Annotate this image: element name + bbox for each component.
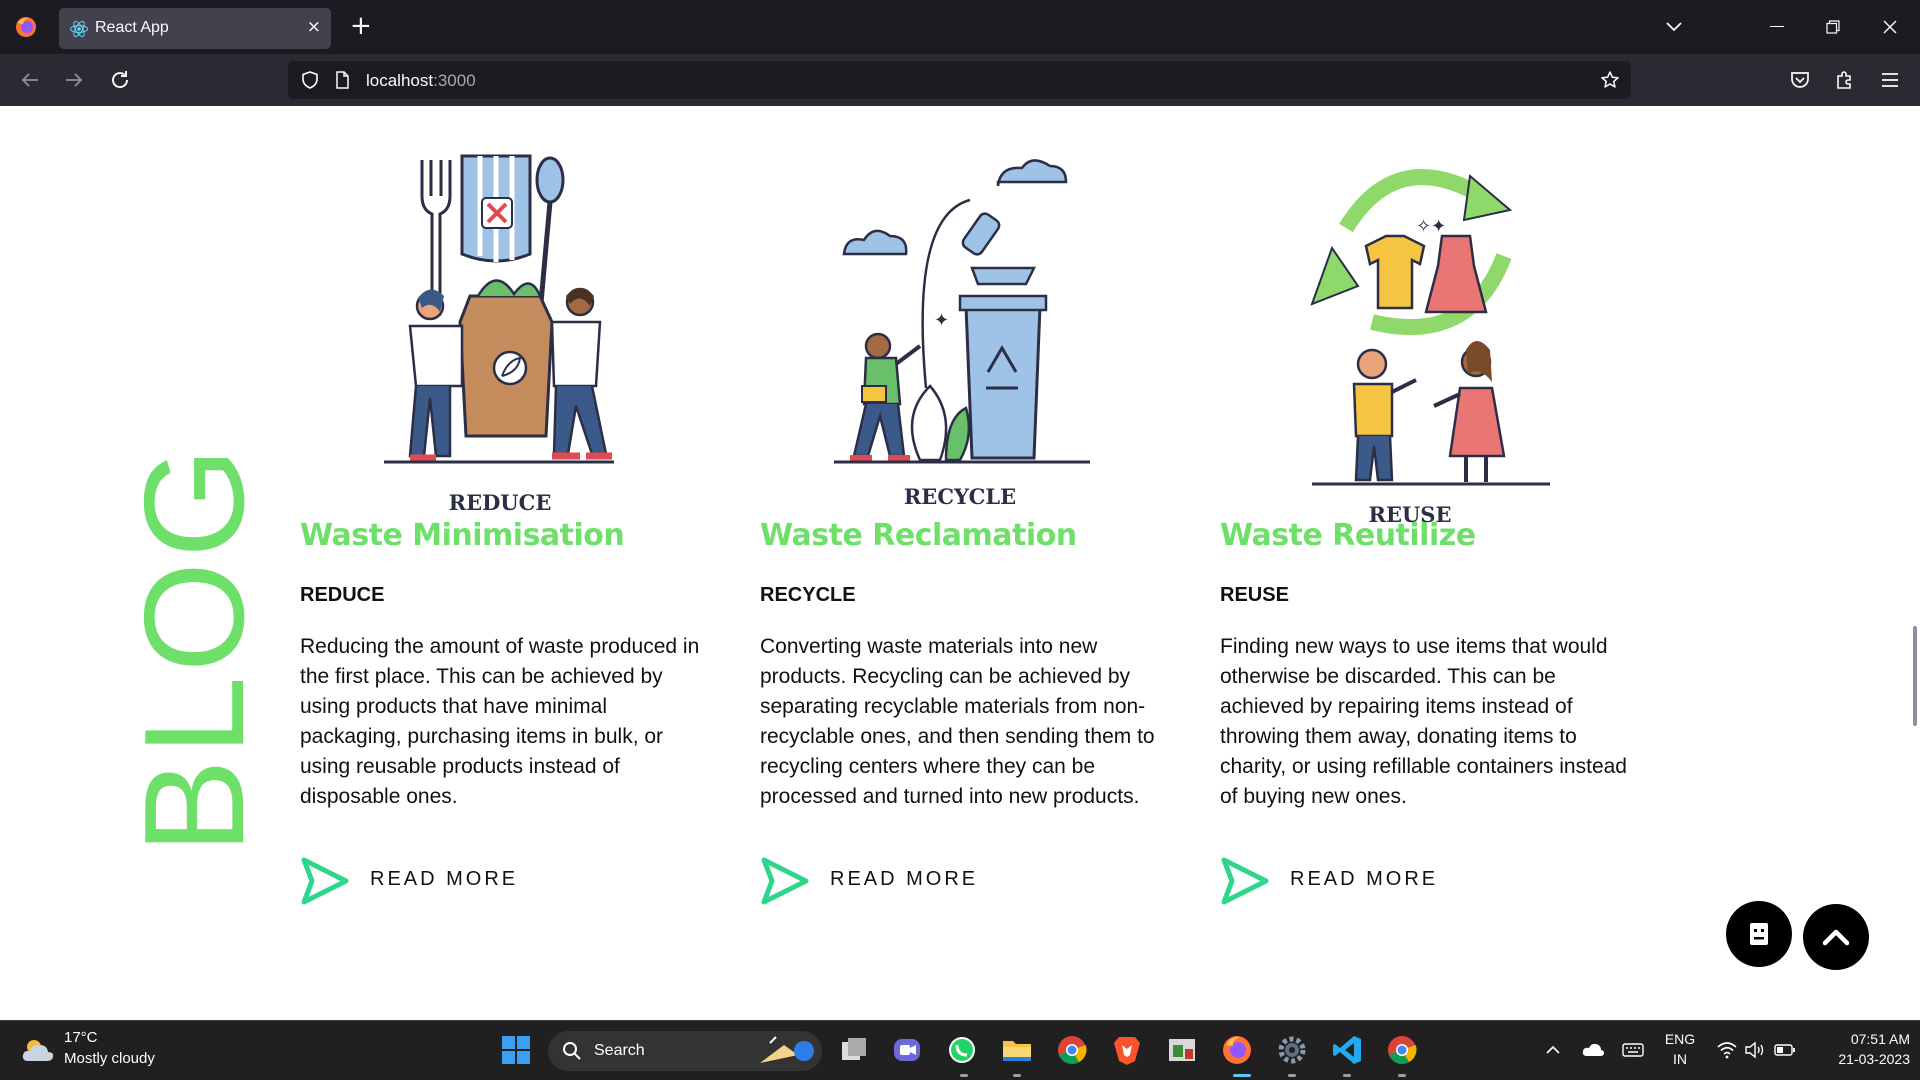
clock-time[interactable]: 07:51 AM bbox=[1810, 1031, 1910, 1047]
play-arrow-icon bbox=[1221, 857, 1269, 905]
url-text[interactable]: localhost:3000 bbox=[366, 71, 476, 91]
windows-taskbar: 17°C Mostly cloudy Search ENG IN 07:51 A… bbox=[0, 1020, 1920, 1080]
reuse-illustration: ✧✦ bbox=[1310, 169, 1550, 486]
start-icon[interactable] bbox=[499, 1033, 533, 1067]
running-indicator bbox=[960, 1074, 968, 1077]
task-view-icon[interactable] bbox=[837, 1033, 871, 1067]
extensions-icon[interactable] bbox=[1833, 68, 1857, 92]
vscode-icon[interactable] bbox=[1330, 1033, 1364, 1067]
svg-text:✦: ✦ bbox=[934, 310, 949, 331]
robot-icon bbox=[1750, 923, 1768, 945]
chrome-icon[interactable] bbox=[1385, 1033, 1419, 1067]
card-subtitle: RECYCLE bbox=[760, 584, 856, 606]
browser-tab-bar: React App × + bbox=[0, 0, 1920, 54]
wifi-icon[interactable] bbox=[1716, 1041, 1738, 1059]
play-arrow-icon bbox=[761, 857, 809, 905]
meet-icon[interactable] bbox=[890, 1033, 924, 1067]
blog-side-label: BLOG bbox=[18, 443, 274, 854]
read-more-link[interactable]: READ MORE bbox=[1220, 856, 1480, 906]
page-content: BLOG REDUCE Waste Minimisation REDUCE Re… bbox=[0, 106, 1920, 1020]
reduce-illustration bbox=[384, 154, 614, 464]
tab-title: React App bbox=[95, 19, 169, 36]
keyboard-icon[interactable] bbox=[1622, 1040, 1644, 1060]
svg-text:✧✦: ✧✦ bbox=[1416, 216, 1446, 237]
card-title: Waste Reutilize bbox=[1220, 518, 1476, 553]
window-close-button[interactable] bbox=[1882, 19, 1898, 35]
blog-heading: BLOG bbox=[115, 443, 274, 854]
language-indicator[interactable]: ENG bbox=[1664, 1031, 1696, 1047]
search-highlight-icon bbox=[760, 1036, 814, 1063]
running-indicator bbox=[1288, 1074, 1296, 1077]
settings-icon[interactable] bbox=[1275, 1033, 1309, 1067]
bookmark-star-icon[interactable] bbox=[1600, 70, 1620, 90]
reload-icon[interactable] bbox=[108, 68, 132, 92]
read-more-link[interactable]: READ MORE bbox=[300, 856, 560, 906]
active-indicator bbox=[1233, 1074, 1251, 1077]
reduce-caption: REDUCE bbox=[448, 490, 552, 515]
recycle-illustration: ✦ bbox=[834, 159, 1090, 464]
firefox-icon[interactable] bbox=[1220, 1033, 1254, 1067]
cloudy-weather-icon[interactable] bbox=[20, 1035, 56, 1065]
active-tab[interactable]: React App × bbox=[59, 8, 331, 49]
firefox-menu-icon[interactable] bbox=[14, 15, 38, 39]
tracking-shield-icon[interactable] bbox=[300, 70, 320, 90]
clock-date[interactable]: 21-03-2023 bbox=[1810, 1051, 1910, 1067]
play-arrow-icon bbox=[301, 857, 349, 905]
page-info-icon[interactable] bbox=[332, 70, 352, 90]
list-all-tabs-icon[interactable] bbox=[1664, 16, 1684, 36]
chrome-icon[interactable] bbox=[1055, 1033, 1089, 1067]
address-bar[interactable]: localhost:3000 bbox=[288, 61, 1631, 99]
card-title: Waste Reclamation bbox=[760, 518, 1077, 553]
page-scrollbar[interactable] bbox=[1913, 626, 1917, 726]
browser-nav-bar: localhost:3000 bbox=[0, 54, 1920, 106]
weather-description[interactable]: Mostly cloudy bbox=[64, 1050, 155, 1067]
card-body: Converting waste materials into new prod… bbox=[760, 635, 1155, 808]
chevron-up-icon bbox=[1822, 929, 1850, 946]
running-indicator bbox=[1398, 1074, 1406, 1077]
language-region[interactable]: IN bbox=[1664, 1051, 1696, 1067]
running-indicator bbox=[1013, 1074, 1021, 1077]
search-label: Search bbox=[594, 1042, 645, 1059]
window-minimize-button[interactable] bbox=[1770, 26, 1784, 28]
whatsapp-icon[interactable] bbox=[945, 1033, 979, 1067]
card-body: Finding new ways to use items that would… bbox=[1220, 635, 1627, 808]
forward-arrow-icon[interactable] bbox=[62, 68, 86, 92]
card-subtitle: REUSE bbox=[1220, 584, 1289, 606]
volume-icon[interactable] bbox=[1744, 1040, 1766, 1060]
read-more-label: READ MORE bbox=[370, 868, 519, 890]
running-indicator bbox=[1343, 1074, 1351, 1077]
tab-close-icon[interactable]: × bbox=[307, 17, 321, 37]
new-tab-button[interactable]: + bbox=[350, 12, 372, 40]
battery-icon[interactable] bbox=[1774, 1041, 1796, 1059]
window-restore-button[interactable] bbox=[1826, 20, 1840, 34]
pocket-icon[interactable] bbox=[1788, 68, 1812, 92]
taskbar-search[interactable]: Search bbox=[548, 1031, 822, 1071]
card-subtitle: REDUCE bbox=[300, 584, 385, 606]
read-more-label: READ MORE bbox=[830, 868, 979, 890]
search-icon bbox=[563, 1042, 581, 1060]
recycle-caption: RECYCLE bbox=[903, 484, 1017, 509]
onedrive-cloud-icon[interactable] bbox=[1582, 1040, 1604, 1060]
app-icon[interactable] bbox=[1165, 1033, 1199, 1067]
card-body: Reducing the amount of waste produced in… bbox=[300, 635, 700, 808]
read-more-label: READ MORE bbox=[1290, 868, 1439, 890]
brave-icon[interactable] bbox=[1110, 1033, 1144, 1067]
scroll-to-top-button[interactable] bbox=[1803, 904, 1869, 970]
app-menu-icon[interactable] bbox=[1878, 68, 1902, 92]
file-explorer-icon[interactable] bbox=[1000, 1033, 1034, 1067]
show-hidden-icons-icon[interactable] bbox=[1544, 1041, 1562, 1059]
read-more-link[interactable]: READ MORE bbox=[760, 856, 1020, 906]
back-arrow-icon[interactable] bbox=[18, 68, 42, 92]
weather-temperature[interactable]: 17°C bbox=[64, 1029, 98, 1046]
chat-bot-button[interactable] bbox=[1726, 901, 1792, 967]
card-title: Waste Minimisation bbox=[300, 518, 625, 553]
react-favicon-icon bbox=[70, 20, 88, 38]
